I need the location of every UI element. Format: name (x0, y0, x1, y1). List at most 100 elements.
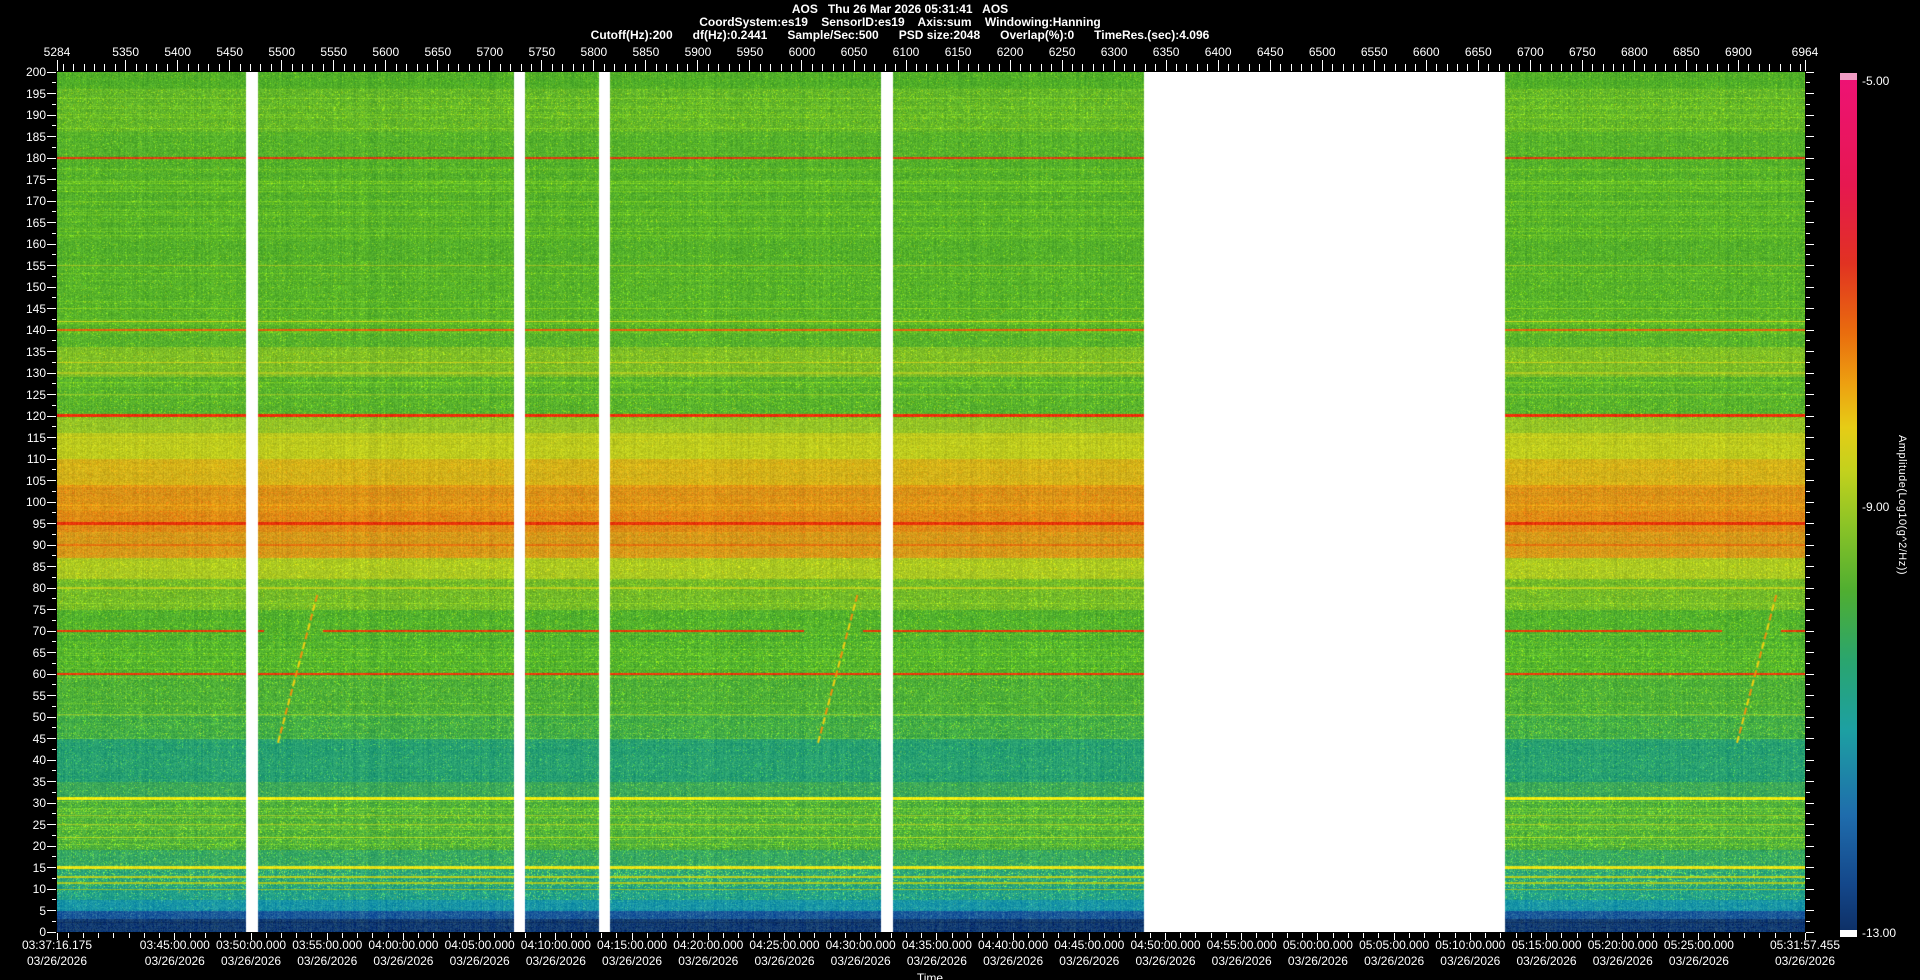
top-axis-tick (229, 60, 230, 71)
top-axis-minor-tick (1509, 64, 1510, 71)
freq-axis-minor-tick (52, 856, 56, 857)
top-axis-label: 6000 (789, 45, 816, 59)
time-label: 03:55:00.000 (292, 938, 362, 952)
freq-axis-minor-tick (1806, 792, 1810, 793)
time-label: 03:45:00.000 (140, 938, 210, 952)
freq-axis-label: 0 (6, 925, 46, 939)
freq-axis-minor-tick (1806, 512, 1810, 513)
top-axis-tick (1010, 60, 1011, 71)
time-axis-minor-tick (1455, 933, 1456, 938)
date-label: 03/26/2026 (1517, 954, 1577, 968)
time-axis-minor-tick (113, 933, 114, 938)
top-axis-label: 5700 (476, 45, 503, 59)
freq-axis-minor-tick (52, 104, 56, 105)
top-axis-tick (1270, 60, 1271, 71)
top-axis-minor-tick (1134, 64, 1135, 71)
time-axis-minor-tick (479, 933, 480, 938)
time-axis-minor-tick (1165, 933, 1166, 938)
time-axis-minor-tick (1058, 933, 1059, 938)
freq-axis-label: 135 (6, 345, 46, 359)
time-label: 05:10:00.000 (1435, 938, 1505, 952)
freq-axis-tick (47, 416, 56, 417)
spectrogram-canvas[interactable] (57, 72, 1805, 932)
freq-axis-tick (47, 308, 56, 309)
top-axis-minor-tick (510, 64, 511, 71)
top-axis-tick (1426, 60, 1427, 71)
time-axis-minor-tick (418, 933, 419, 938)
freq-axis-tick (1806, 502, 1814, 503)
freq-axis-minor-tick (1806, 727, 1810, 728)
time-axis-minor-tick (997, 933, 998, 938)
time-axis-minor-tick (1317, 933, 1318, 938)
top-axis-minor-tick (739, 64, 740, 71)
freq-axis-tick (47, 115, 56, 116)
freq-axis-minor-tick (1806, 813, 1810, 814)
time-axis-minor-tick (1546, 933, 1547, 938)
top-axis-minor-tick (1540, 64, 1541, 71)
freq-axis-tick (1806, 910, 1814, 911)
time-axis-minor-tick (1790, 933, 1791, 938)
time-axis-tick (1805, 933, 1806, 940)
freq-axis-tick (47, 502, 56, 503)
colorbar-top-cap (1840, 73, 1857, 80)
freq-axis-minor-tick (52, 749, 56, 750)
time-axis-minor-tick (190, 933, 191, 938)
top-axis-label: 5900 (685, 45, 712, 59)
freq-axis-minor-tick (52, 276, 56, 277)
freq-axis-tick (1806, 179, 1814, 180)
time-label: 04:55:00.000 (1207, 938, 1277, 952)
time-label: 04:15:00.000 (597, 938, 667, 952)
top-axis-minor-tick (687, 64, 688, 71)
freq-axis-minor-tick (1806, 835, 1810, 836)
top-axis-tick (1166, 60, 1167, 71)
time-axis-minor-tick (1226, 933, 1227, 938)
time-axis-minor-tick (1714, 933, 1715, 938)
time-label: 04:40:00.000 (978, 938, 1048, 952)
time-axis-minor-tick (159, 933, 160, 938)
time-axis-minor-tick (540, 933, 541, 938)
top-axis-minor-tick (1415, 64, 1416, 71)
top-axis-label: 5450 (216, 45, 243, 59)
top-axis-minor-tick (1780, 64, 1781, 71)
header-params-line2: Cutoff(Hz):200 df(Hz):0.2441 Sample/Sec:… (591, 28, 1210, 42)
freq-axis-tick (1806, 201, 1814, 202)
freq-axis-label: 75 (6, 603, 46, 617)
top-axis-minor-tick (1030, 64, 1031, 71)
top-axis-minor-tick (344, 64, 345, 71)
time-axis-minor-tick (1104, 933, 1105, 938)
freq-axis-minor-tick (52, 706, 56, 707)
top-axis-label: 5650 (424, 45, 451, 59)
top-axis-minor-tick (521, 64, 522, 71)
freq-axis-tick (47, 545, 56, 546)
top-axis-minor-tick (978, 64, 979, 71)
top-axis-minor-tick (354, 64, 355, 71)
freq-axis-tick (1806, 695, 1814, 696)
time-axis-minor-tick (799, 933, 800, 938)
time-axis-minor-tick (860, 933, 861, 938)
date-label: 03/26/2026 (678, 954, 738, 968)
time-axis-minor-tick (327, 933, 328, 938)
freq-axis-tick (47, 265, 56, 266)
freq-axis-label: 20 (6, 839, 46, 853)
freq-axis-label: 115 (6, 431, 46, 445)
top-axis-minor-tick (1748, 64, 1749, 71)
top-axis-minor-tick (73, 64, 74, 71)
top-axis-minor-tick (1155, 64, 1156, 71)
top-axis-minor-tick (1020, 64, 1021, 71)
time-axis-minor-tick (1683, 933, 1684, 938)
freq-axis-tick (47, 222, 56, 223)
top-axis-minor-tick (1051, 64, 1052, 71)
colorbar-tick-max: -5.00 (1862, 74, 1889, 88)
top-axis-tick (801, 60, 802, 71)
freq-axis-tick (1806, 652, 1814, 653)
time-axis-minor-tick (693, 933, 694, 938)
top-axis-minor-tick (968, 64, 969, 71)
time-axis-minor-tick (1378, 933, 1379, 938)
freq-axis-tick (47, 93, 56, 94)
top-axis-label: 6964 (1792, 45, 1819, 59)
freq-axis-minor-tick (52, 448, 56, 449)
freq-axis-tick (1806, 717, 1814, 718)
freq-axis-label: 15 (6, 861, 46, 875)
top-axis-minor-tick (666, 64, 667, 71)
top-axis-minor-tick (1769, 64, 1770, 71)
